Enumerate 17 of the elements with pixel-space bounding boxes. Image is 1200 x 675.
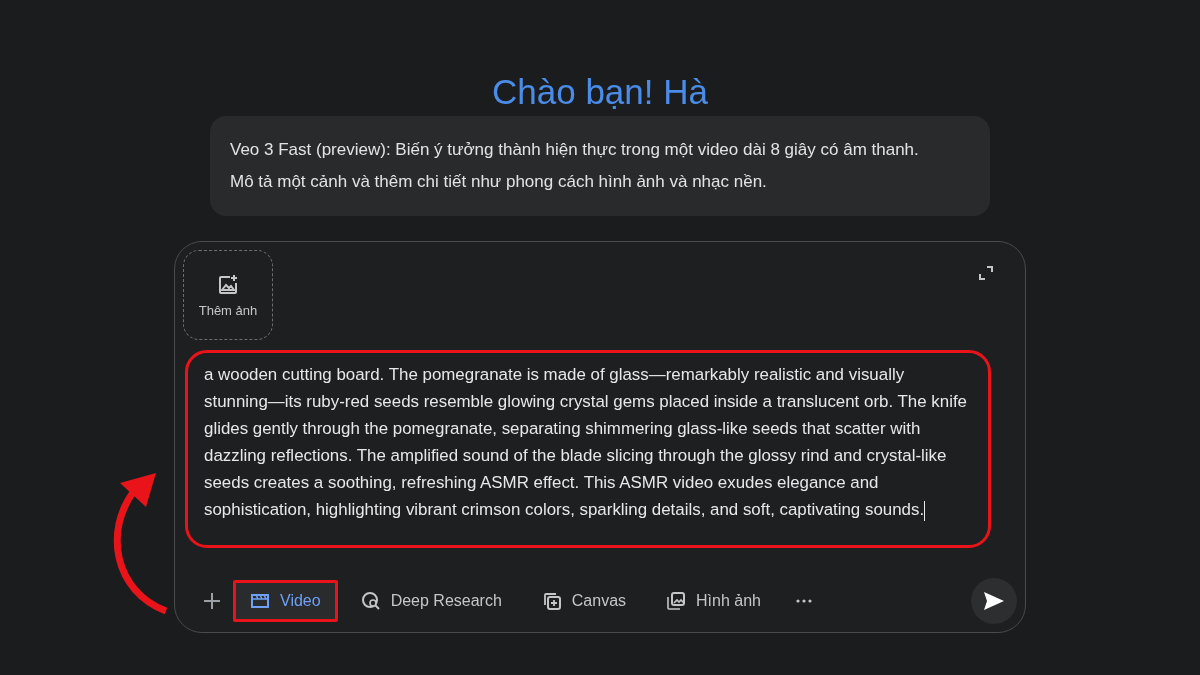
globe-search-icon xyxy=(360,591,381,611)
expand-icon[interactable] xyxy=(979,266,993,280)
send-button[interactable] xyxy=(971,578,1017,624)
add-image-button[interactable]: Thêm ảnh xyxy=(183,250,273,340)
clapperboard-icon xyxy=(250,591,270,611)
add-image-icon xyxy=(216,272,240,297)
info-text: Mô tả một cảnh và thêm chi tiết như phong cách hình ảnh và nhạc nền. xyxy=(230,171,768,193)
send-icon xyxy=(983,591,1005,611)
tool-chip[interactable]: Hình ảnh xyxy=(649,580,778,622)
tool-chip[interactable]: Canvas xyxy=(524,580,644,622)
canvas-icon xyxy=(541,591,562,611)
greeting-title: Chào bạn! Hà xyxy=(492,71,708,113)
info-text: Veo 3 Fast (preview): Biến ý tưởng thành hiện thực trong một video dài 8 giây có âm thanh. xyxy=(230,139,920,161)
tool-chip[interactable]: Video xyxy=(233,580,338,622)
photos-icon xyxy=(666,591,687,611)
tool-chip[interactable]: Deep Research xyxy=(343,580,519,622)
prompt-input[interactable]: a wooden cutting board. The pomegranate is made of glass—remarkably realistic and visually stunning—its ruby-red seeds resemble glowing crystal gems placed inside a translucent orb. The knife glides gently through the pomegranate, separating shimmering glass-like seeds that scatter with dazzling reflections. The amplified sound of the blade slicing through the glossy rind and crystal-like seeds creates a soothing, refreshing ASMR effect. This ASMR video exudes elegance and sophistication, highlighting vibrant crimson colors, sparkling details, and soft, captivating sounds. xyxy=(185,350,991,548)
